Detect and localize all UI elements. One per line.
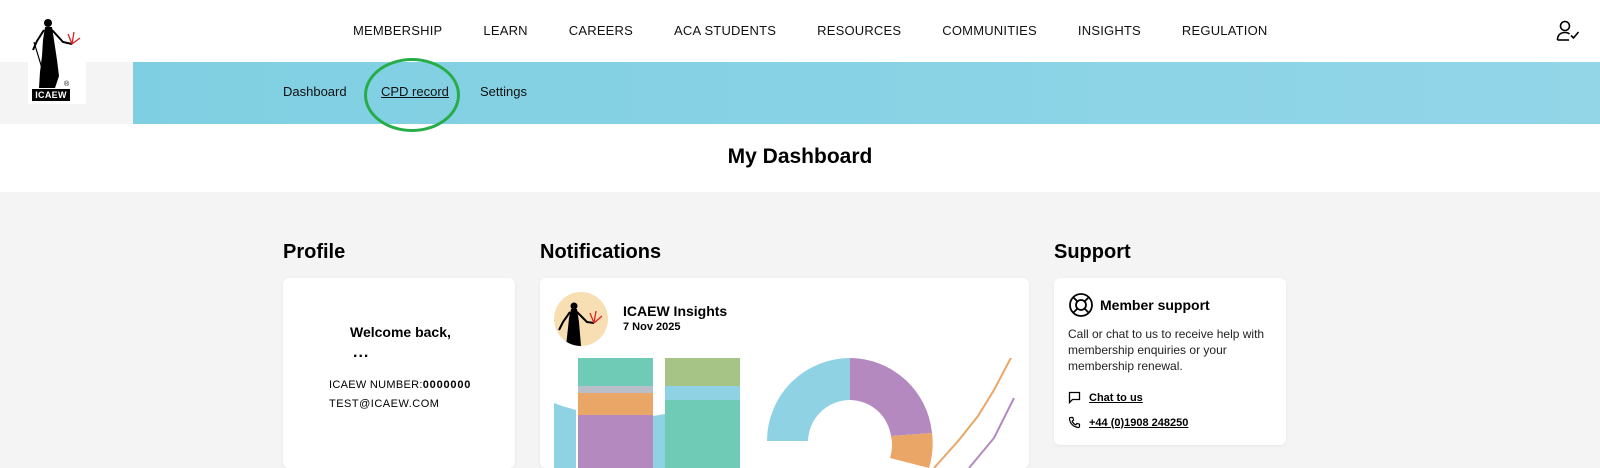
user-check-icon[interactable] bbox=[1556, 20, 1580, 42]
svg-text:®: ® bbox=[64, 80, 70, 88]
icaew-number: ICAEW NUMBER:0000000 bbox=[329, 379, 471, 391]
phone-number: +44 (0)1908 248250 bbox=[1089, 416, 1189, 429]
notification-card[interactable]: ICAEW Insights 7 Nov 2025 bbox=[540, 278, 1029, 468]
support-title: Member support bbox=[1100, 297, 1210, 313]
phone-icon bbox=[1068, 416, 1081, 429]
phone-link[interactable]: +44 (0)1908 248250 bbox=[1068, 416, 1188, 429]
welcome-text: Welcome back, bbox=[350, 324, 451, 340]
subnav-dashboard[interactable]: Dashboard bbox=[283, 84, 347, 99]
nav-learn[interactable]: LEARN bbox=[483, 23, 527, 38]
subnav-settings[interactable]: Settings bbox=[480, 84, 527, 99]
logo-text: ICAEW bbox=[32, 89, 70, 101]
member-name: ... bbox=[353, 344, 370, 361]
lifebuoy-icon bbox=[1069, 293, 1093, 317]
top-header: MEMBERSHIP LEARN CAREERS ACA STUDENTS RE… bbox=[0, 0, 1600, 62]
notification-title: ICAEW Insights bbox=[623, 303, 728, 319]
nav-careers[interactable]: CAREERS bbox=[569, 23, 633, 38]
title-band: My Dashboard bbox=[0, 124, 1600, 192]
nav-aca-students[interactable]: ACA STUDENTS bbox=[674, 23, 776, 38]
figure-logo-icon: ® bbox=[32, 19, 81, 89]
nav-communities[interactable]: COMMUNITIES bbox=[942, 23, 1037, 38]
profile-card: Welcome back, ... ICAEW NUMBER:0000000 T… bbox=[283, 278, 515, 468]
chat-icon bbox=[1068, 391, 1081, 404]
nav-resources[interactable]: RESOURCES bbox=[817, 23, 901, 38]
chat-link[interactable]: Chat to us bbox=[1068, 391, 1143, 404]
notifications-heading: Notifications bbox=[540, 241, 662, 263]
profile-heading: Profile bbox=[283, 241, 346, 263]
figure-avatar-icon bbox=[558, 302, 603, 346]
chat-label: Chat to us bbox=[1089, 391, 1143, 404]
insights-illustration bbox=[554, 358, 1015, 468]
sub-nav: Dashboard CPD record Settings bbox=[133, 62, 1600, 124]
main-nav: MEMBERSHIP LEARN CAREERS ACA STUDENTS RE… bbox=[353, 0, 1308, 60]
subnav-cpd-record[interactable]: CPD record bbox=[381, 84, 449, 99]
icaew-number-value: 0000000 bbox=[422, 379, 472, 391]
nav-regulation[interactable]: REGULATION bbox=[1182, 23, 1268, 38]
support-heading: Support bbox=[1054, 241, 1131, 263]
nav-insights[interactable]: INSIGHTS bbox=[1078, 23, 1141, 38]
notification-date: 7 Nov 2025 bbox=[623, 321, 681, 333]
icaew-logo[interactable]: ® ICAEW bbox=[28, 16, 86, 104]
avatar bbox=[554, 292, 608, 346]
member-email: TEST@ICAEW.COM bbox=[329, 398, 440, 410]
page-title: My Dashboard bbox=[727, 145, 873, 168]
support-description: Call or chat to us to receive help with … bbox=[1068, 327, 1265, 373]
nav-membership[interactable]: MEMBERSHIP bbox=[353, 23, 442, 38]
support-header: Member support bbox=[1068, 292, 1210, 318]
icaew-number-label: ICAEW NUMBER: bbox=[329, 379, 423, 391]
support-card: Member support Call or chat to us to rec… bbox=[1054, 278, 1286, 445]
